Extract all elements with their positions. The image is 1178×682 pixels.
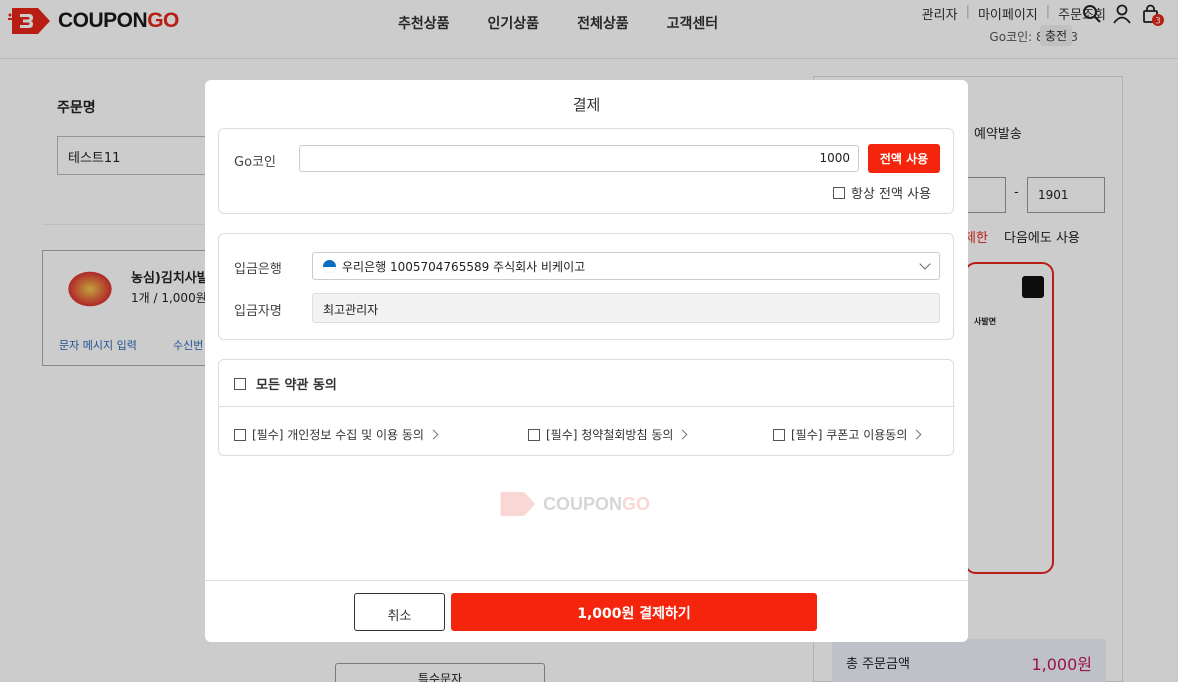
watermark-logo-icon [500, 492, 536, 516]
payment-modal: 결제 Go코인 1000 전액 사용 항상 전액 사용 입금은행 우리은행 10… [205, 80, 968, 642]
coin-amount-input[interactable]: 1000 [299, 145, 859, 172]
term-withdrawal[interactable]: [필수] 청약철회방침 동의 [528, 426, 688, 443]
chevron-right-icon[interactable] [428, 429, 439, 440]
term-service[interactable]: [필수] 쿠폰고 이용동의 [773, 426, 922, 443]
payer-label: 입금자명 [234, 304, 282, 319]
terms-divider [219, 406, 955, 407]
chevron-down-icon [919, 258, 931, 270]
watermark-logo: COUPONGO [497, 490, 650, 518]
coin-section: Go코인 1000 전액 사용 항상 전액 사용 [218, 128, 954, 214]
chevron-right-icon[interactable] [911, 429, 922, 440]
agree-all-label: 모든 약관 동의 [256, 378, 337, 393]
payer-name-field[interactable]: 최고관리자 [312, 293, 940, 323]
bank-label: 입금은행 [234, 262, 282, 277]
term-service-checkbox[interactable] [773, 428, 785, 441]
term-withdrawal-label: [필수] 청약철회방침 동의 [546, 428, 674, 442]
always-use-all-checkbox[interactable] [833, 186, 845, 199]
term-privacy-label: [필수] 개인정보 수집 및 이용 동의 [252, 428, 424, 442]
agree-all-option[interactable]: 모든 약관 동의 [234, 374, 337, 393]
bank-section: 입금은행 우리은행 1005704765589 주식회사 비케이고 입금자명 최… [218, 233, 954, 340]
term-privacy-checkbox[interactable] [234, 428, 246, 441]
watermark-text: COUPONGO [543, 493, 651, 514]
bank-selected-value: 우리은행 1005704765589 주식회사 비케이고 [342, 259, 586, 274]
bank-logo-icon [323, 259, 336, 273]
term-privacy[interactable]: [필수] 개인정보 수집 및 이용 동의 [234, 426, 439, 443]
coin-label: Go코인 [234, 155, 276, 170]
modal-footer-divider [205, 580, 968, 581]
cancel-button[interactable]: 취소 [354, 593, 445, 631]
always-use-all-label: 항상 전액 사용 [851, 187, 932, 202]
always-use-all-option[interactable]: 항상 전액 사용 [833, 183, 931, 202]
bank-select[interactable]: 우리은행 1005704765589 주식회사 비케이고 [312, 252, 940, 280]
term-withdrawal-checkbox[interactable] [528, 428, 540, 441]
term-service-label: [필수] 쿠폰고 이용동의 [791, 428, 908, 442]
agree-all-checkbox[interactable] [234, 377, 246, 390]
chevron-right-icon[interactable] [677, 429, 688, 440]
modal-title: 결제 [572, 96, 601, 114]
terms-section: 모든 약관 동의 [필수] 개인정보 수집 및 이용 동의 [필수] 청약철회방… [218, 359, 955, 456]
use-all-coin-button[interactable]: 전액 사용 [868, 144, 940, 173]
pay-button[interactable]: 1,000원 결제하기 [451, 593, 817, 631]
